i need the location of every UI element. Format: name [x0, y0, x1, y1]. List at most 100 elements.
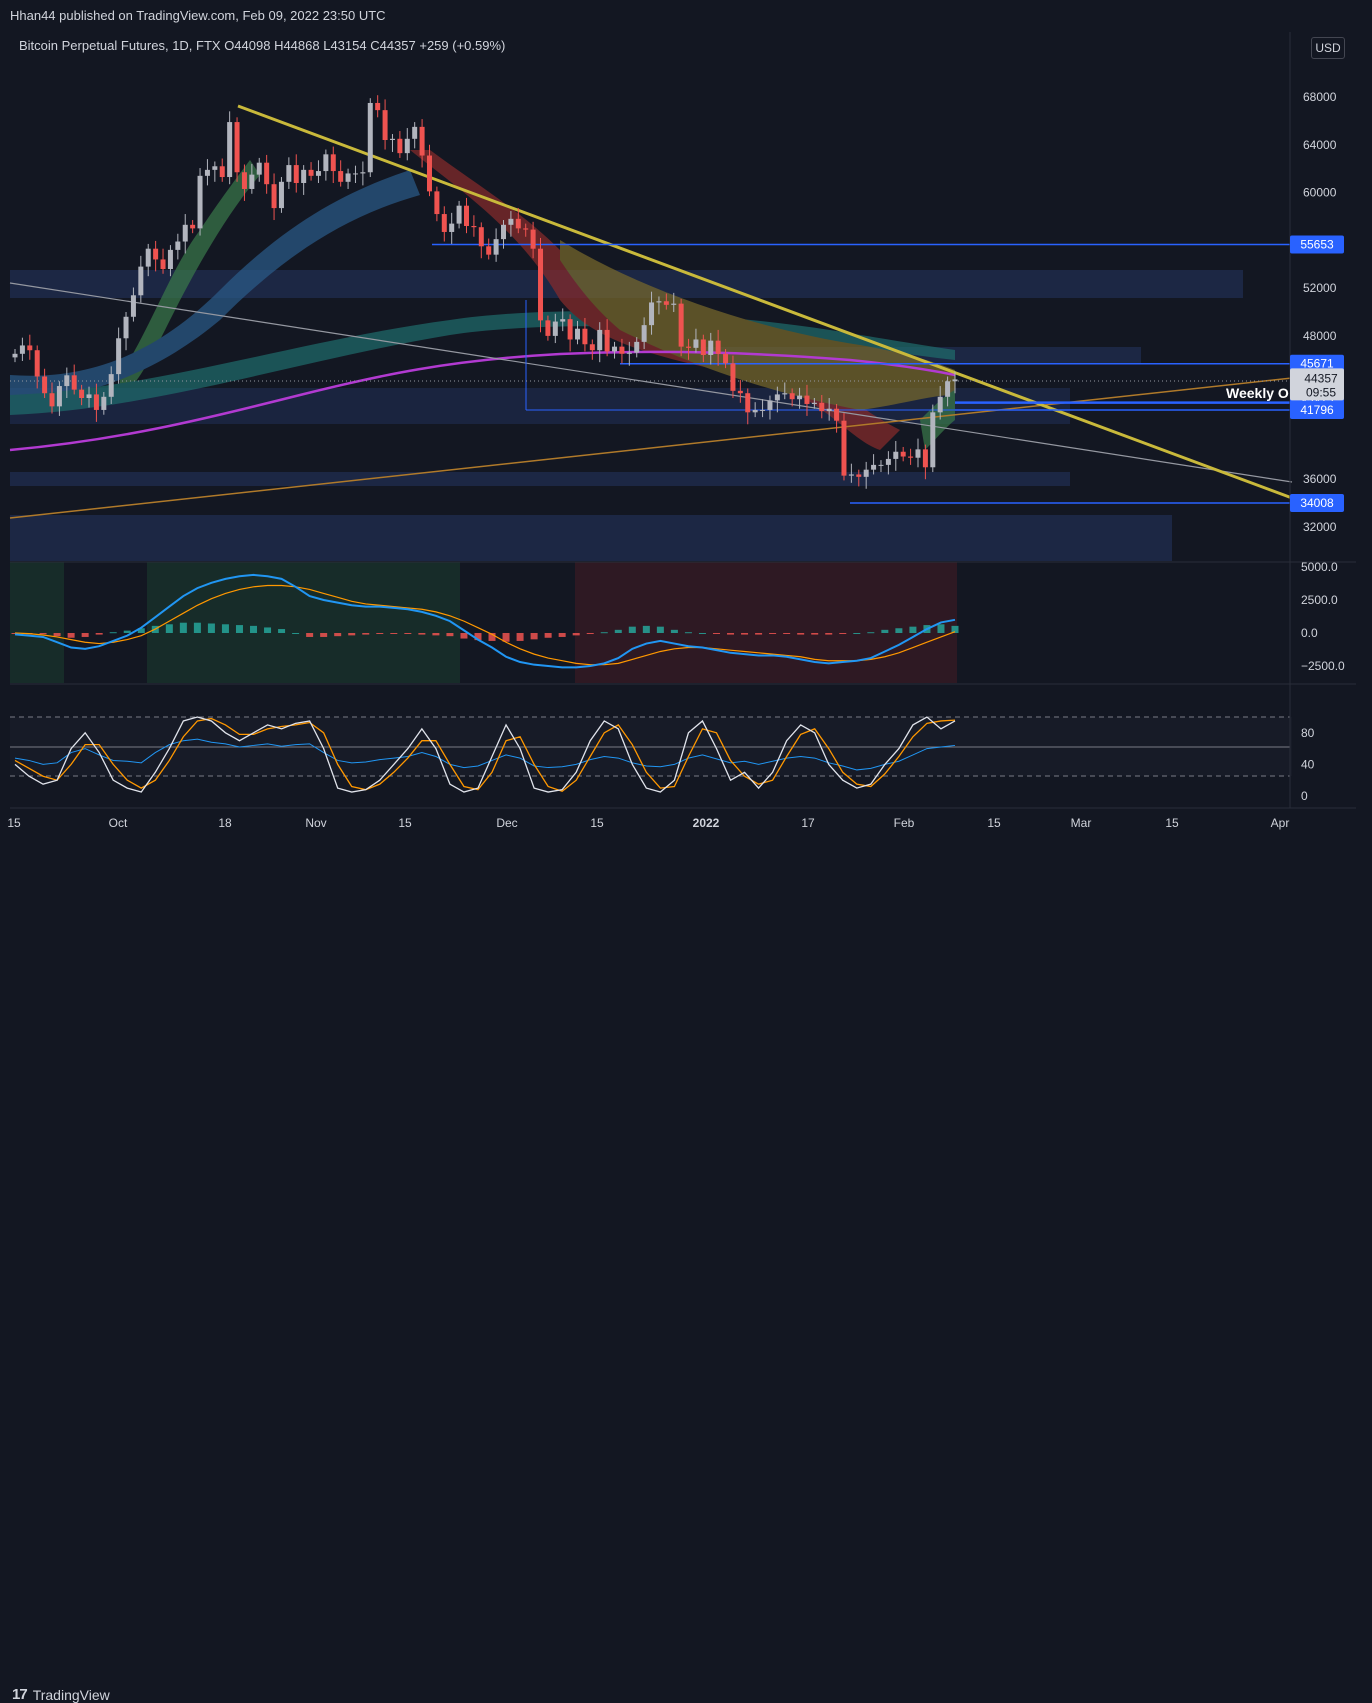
candle-body [108, 374, 114, 397]
candle-body [863, 469, 869, 477]
candle-body [167, 249, 173, 269]
candle-body [952, 379, 958, 382]
macd-histogram-bar [250, 625, 258, 633]
candle-body [219, 166, 225, 178]
macd-histogram-bar [235, 625, 243, 633]
rsi-tick-label: 80 [1301, 726, 1315, 740]
candle-body [12, 353, 18, 358]
candle-body [656, 301, 662, 303]
candle-body [885, 458, 891, 465]
macd-histogram-bar [797, 633, 805, 635]
macd-histogram-bar [642, 625, 650, 633]
time-tick-label: Dec [496, 816, 517, 830]
candle-body [330, 154, 336, 172]
candle-body [338, 171, 344, 182]
candle-body [426, 155, 432, 192]
candle-body [604, 329, 610, 352]
tradingview-icon: 17 [12, 1686, 28, 1703]
currency-button[interactable]: USD [1311, 37, 1345, 59]
candle [538, 237, 544, 333]
zone-4 [10, 472, 1070, 486]
candle-body [493, 239, 499, 255]
candle-body [945, 381, 951, 397]
candle-body [367, 102, 373, 173]
tradingview-brand: TradingView [32, 1686, 110, 1703]
macd-histogram-bar [544, 633, 552, 638]
candle-body [145, 248, 151, 267]
candle-body [19, 345, 25, 354]
footer: 17 TradingView [0, 838, 1372, 1703]
macd-zone-green-1 [10, 562, 64, 683]
weekly-open-annotation: Weekly O [1226, 385, 1289, 401]
candle-body [315, 171, 321, 176]
candle-body [323, 154, 329, 172]
macd-histogram-bar [193, 622, 201, 633]
macd-histogram-bar [628, 626, 636, 633]
price-tick-label: 64000 [1303, 138, 1337, 152]
candle-body [538, 248, 544, 321]
time-tick-label: 15 [398, 816, 412, 830]
macd-histogram-bar [292, 633, 300, 634]
candle-body [789, 393, 795, 400]
candle-body [930, 412, 936, 468]
candle-body [871, 464, 877, 470]
macd-histogram-bar [895, 628, 903, 633]
candle-body [486, 246, 492, 255]
candle-body [419, 126, 425, 156]
candle-body [101, 396, 107, 410]
candle-body [434, 191, 440, 215]
candle-body [634, 341, 640, 353]
candle-body [708, 340, 714, 355]
price-tick-label: 52000 [1303, 281, 1337, 295]
candle-body [116, 338, 122, 375]
candle-body [552, 321, 558, 336]
macd-histogram-bar [755, 633, 763, 635]
macd-zone-green-2 [147, 562, 460, 683]
chart-canvas[interactable]: Weekly O 6800064000600005600052000480003… [0, 0, 1372, 836]
candle-body [130, 295, 136, 317]
macd-histogram-bar [334, 633, 342, 637]
candle-body [826, 408, 832, 412]
macd-histogram-bar [81, 633, 89, 637]
candle-body [893, 451, 899, 459]
macd-histogram-bar [446, 633, 454, 637]
candle-body [204, 169, 210, 176]
time-tick-label: 17 [801, 816, 815, 830]
candle-body [256, 162, 262, 175]
candle-body [782, 393, 788, 395]
candle [841, 412, 847, 481]
macd-histogram-bar [727, 633, 735, 635]
tradingview-logo[interactable]: 17 TradingView [12, 1686, 110, 1703]
symbol-legend[interactable]: Bitcoin Perpetual Futures, 1D, FTX O4409… [19, 38, 505, 53]
macd-histogram-bar [825, 633, 833, 635]
candle-body [523, 228, 529, 230]
candle-body [382, 110, 388, 140]
macd-histogram-bar [306, 633, 314, 637]
candle-body [686, 346, 692, 348]
candle-body [49, 393, 55, 407]
macd-histogram-bar [109, 632, 117, 634]
macd-tick-label: −2500.0 [1301, 659, 1345, 673]
candle-body [575, 328, 581, 340]
candle-body [848, 474, 854, 476]
candle-body [834, 408, 840, 421]
macd-histogram-bar [600, 632, 608, 634]
macd-histogram-bar [839, 633, 847, 634]
candle-body [449, 223, 455, 232]
candle-body [626, 352, 632, 354]
candle-body [404, 138, 410, 154]
candle-body [397, 138, 403, 154]
candle-body [471, 226, 477, 228]
candle [367, 98, 373, 178]
rsi-tick-label: 40 [1301, 757, 1315, 771]
candle-body [619, 346, 625, 354]
candle-body [160, 259, 166, 269]
candle [234, 117, 240, 182]
macd-tick-label: 0.0 [1301, 626, 1318, 640]
macd-zone-red [575, 562, 957, 683]
price-tick-label: 60000 [1303, 186, 1337, 200]
candle-body [545, 320, 551, 336]
candle-body [375, 102, 381, 111]
candle-body [530, 229, 536, 249]
macd-histogram-bar [783, 633, 791, 634]
